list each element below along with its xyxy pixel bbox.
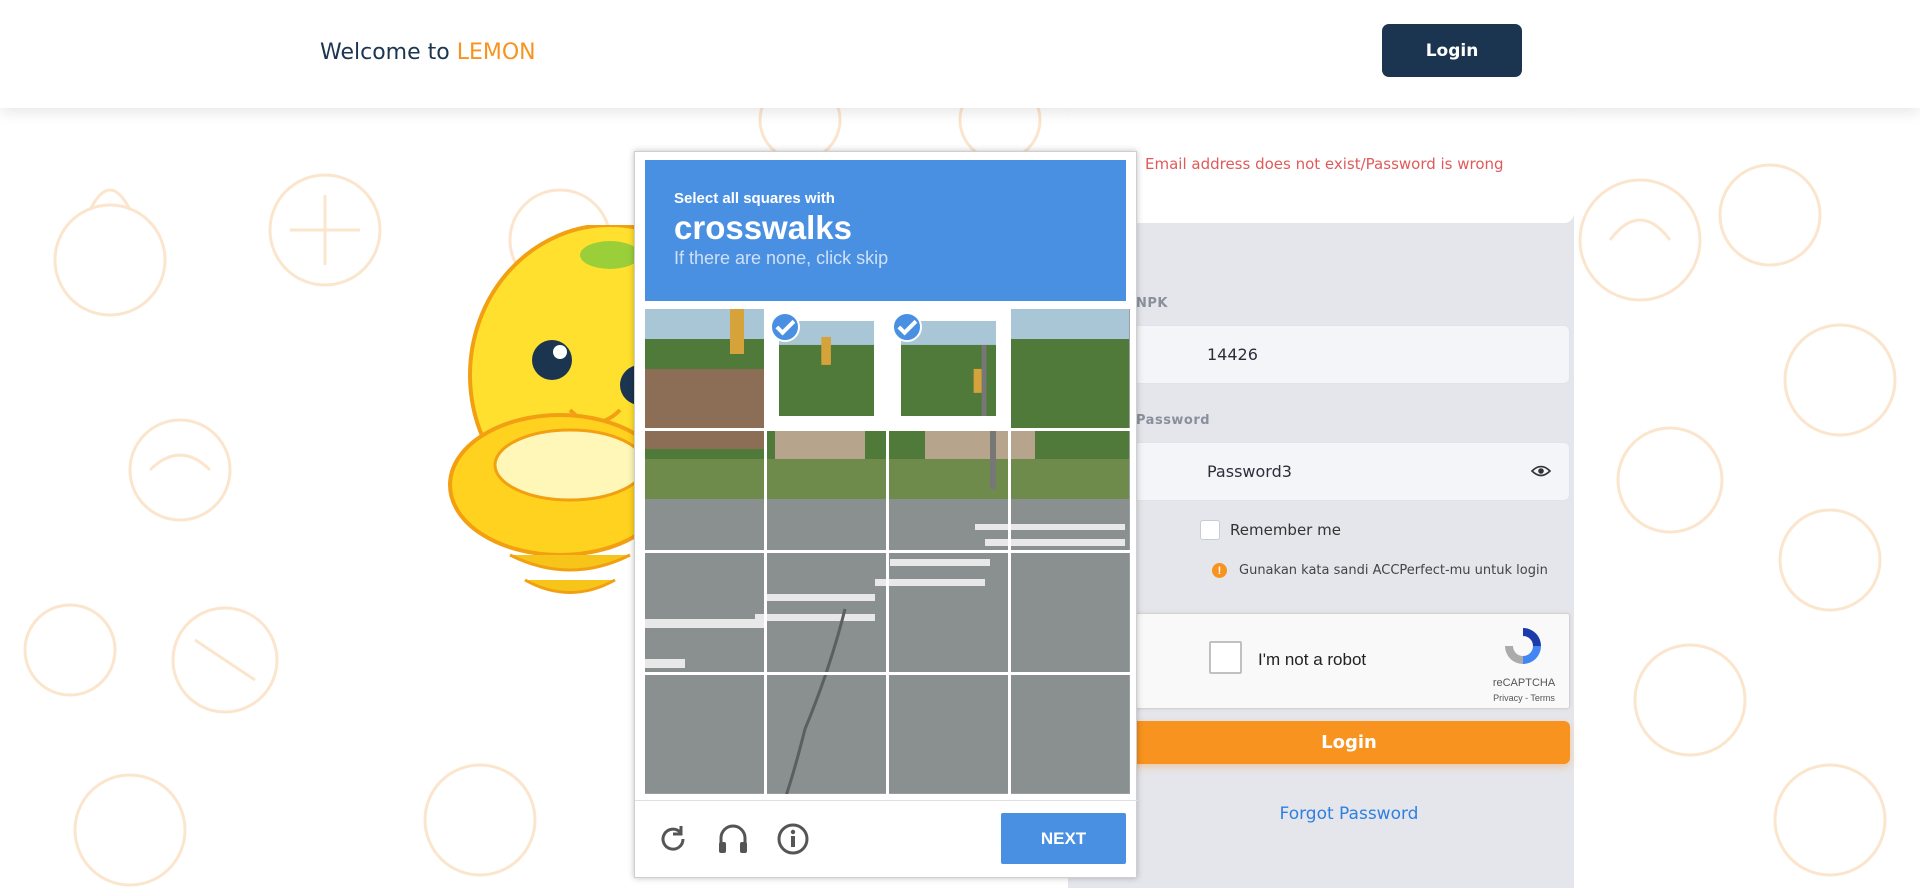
info-icon[interactable] [773,819,813,859]
recaptcha-brand: reCAPTCHA [1492,677,1556,689]
npk-label: NPK [1136,296,1168,311]
password-label: Password [1136,413,1211,428]
forgot-password-link[interactable]: Forgot Password [1128,804,1570,824]
header-login-button[interactable]: Login [1382,24,1522,77]
captcha-tile[interactable] [767,553,886,672]
captcha-tile[interactable] [645,675,764,794]
npk-field[interactable]: 14426 [1128,325,1570,384]
brand-name: LEMON [456,40,536,65]
password-field[interactable]: Password3 [1128,442,1570,501]
checkmark-icon [770,312,800,342]
recaptcha-terms-link[interactable]: Privacy - Terms [1484,693,1564,703]
captcha-grid [645,309,1130,794]
captcha-footer: NEXT [635,800,1138,879]
captcha-tile[interactable] [1011,431,1130,550]
eye-icon[interactable] [1530,463,1552,484]
login-button[interactable]: Login [1128,721,1570,764]
captcha-tile[interactable] [1011,309,1130,428]
captcha-tile[interactable] [1011,553,1130,672]
captcha-tile[interactable] [889,309,1008,428]
captcha-tile[interactable] [767,675,886,794]
info-warning-icon: ! [1212,563,1227,578]
remember-me-checkbox[interactable] [1200,520,1220,540]
captcha-tile[interactable] [889,675,1008,794]
error-message: Email address does not exist/Password is… [1145,155,1504,173]
welcome-prefix: Welcome to [320,40,457,65]
recaptcha-checkbox[interactable] [1209,641,1242,674]
captcha-tile[interactable] [645,553,764,672]
captcha-tile[interactable] [645,431,764,550]
captcha-tile[interactable] [889,431,1008,550]
recaptcha-logo-icon [1505,628,1541,664]
captcha-tile[interactable] [767,431,886,550]
recaptcha-widget: I'm not a robot reCAPTCHA Privacy - Term… [1128,613,1570,709]
captcha-tile[interactable] [767,309,886,428]
captcha-tile[interactable] [1011,675,1130,794]
remember-me-label: Remember me [1230,521,1341,539]
captcha-target: crosswalks [674,209,852,246]
hint-text: Gunakan kata sandi ACCPerfect-mu untuk l… [1239,563,1548,578]
npk-value: 14426 [1207,345,1258,364]
top-navbar: Welcome to LEMON Login [0,0,1920,108]
error-box: Email address does not exist/Password is… [1068,107,1574,223]
login-panel: Email address does not exist/Password is… [1068,107,1574,888]
audio-icon[interactable] [713,819,753,859]
captcha-subtext: If there are none, click skip [674,248,889,268]
remember-me-row: Remember me [1128,520,1341,540]
captcha-header: Select all squares with crosswalks If th… [645,160,1126,301]
recaptcha-label: I'm not a robot [1258,650,1367,669]
reload-icon[interactable] [653,819,693,859]
captcha-tile[interactable] [889,553,1008,672]
welcome-title: Welcome to LEMON [320,40,536,65]
captcha-instruction: Select all squares with [674,190,835,207]
captcha-challenge-popup: Select all squares with crosswalks If th… [634,151,1138,879]
password-value: Password3 [1207,462,1292,481]
captcha-next-button[interactable]: NEXT [1001,813,1126,864]
captcha-tile[interactable] [645,309,764,428]
password-hint: ! Gunakan kata sandi ACCPerfect-mu untuk… [1140,563,1548,578]
checkmark-icon [892,312,922,342]
